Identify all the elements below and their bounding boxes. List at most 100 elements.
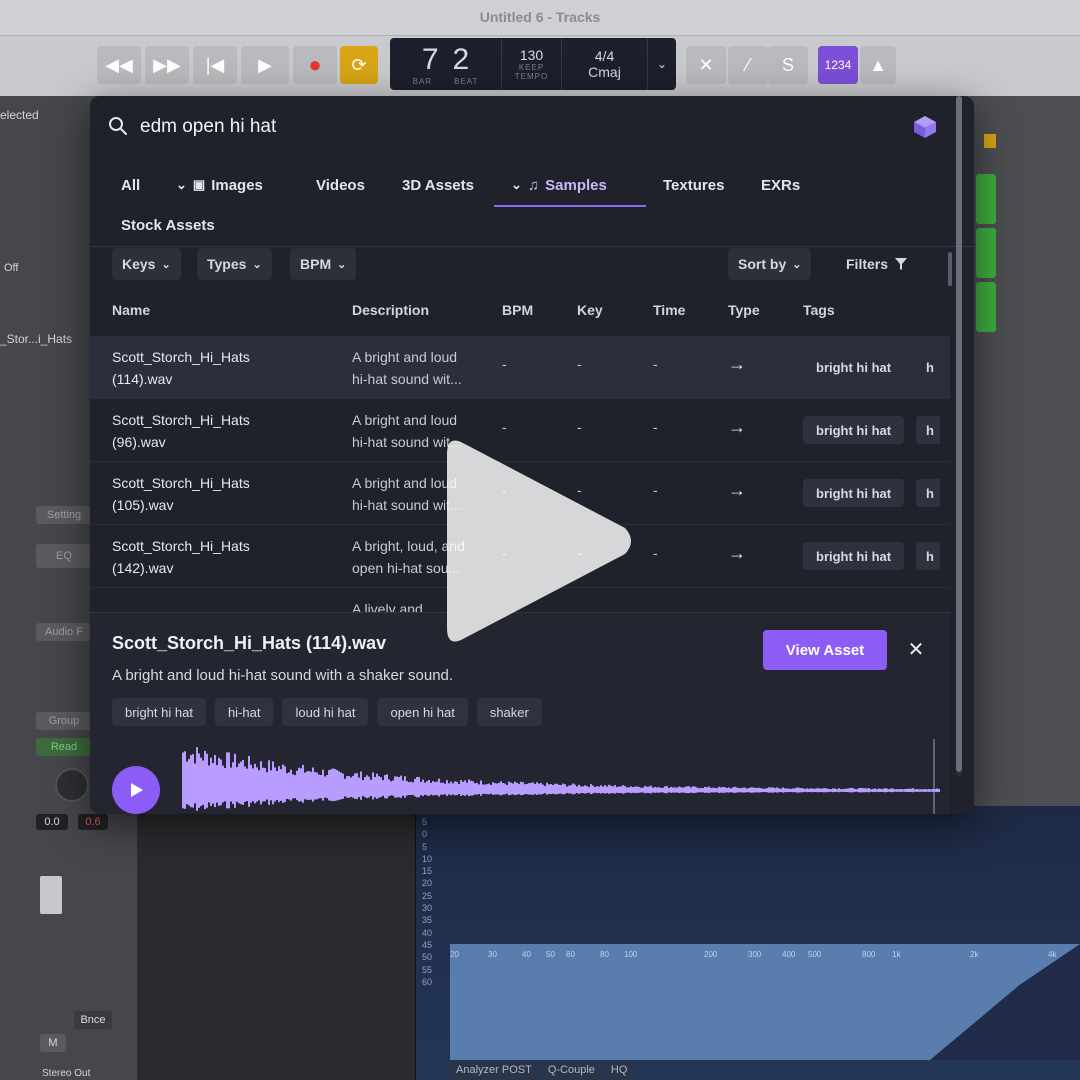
modal-scrollbar[interactable] [956,96,962,776]
sample-time: - [653,482,658,498]
q-couple-button[interactable]: Q-Couple [541,1062,601,1080]
tab-samples[interactable]: ⌄ ♫ Samples [511,166,607,204]
sample-tag-overflow[interactable]: h [916,416,940,444]
tab-3d-assets[interactable]: 3D Assets [402,166,474,204]
keys-filter-button[interactable]: Keys ⌄ [112,248,181,280]
column-name[interactable]: Name [112,302,150,318]
eq-db-tick: 5 [422,841,428,852]
sample-type-arrow-icon: → [728,417,746,437]
chevron-down-icon: ⌄ [161,258,171,271]
sample-tag-overflow[interactable]: h [916,353,940,381]
detail-tag[interactable]: open hi hat [377,698,468,726]
types-filter-button[interactable]: Types ⌄ [197,248,272,280]
tab-images[interactable]: ⌄ ▣ Images [176,166,263,204]
pan-knob[interactable] [55,768,89,802]
detail-tag[interactable]: bright hi hat [112,698,206,726]
sample-name-line1: Scott_Storch_Hi_Hats [112,349,250,365]
tab-videos-label: Videos [316,176,365,194]
detail-tag[interactable]: hi-hat [214,698,274,726]
eq-freq-tick: 400 [782,950,796,959]
bpm-filter-button[interactable]: BPM ⌄ [290,248,357,280]
column-description[interactable]: Description [352,302,429,318]
sample-name-line2: (105).wav [112,497,174,513]
video-play-overlay-icon[interactable] [447,436,637,646]
sample-tag[interactable]: bright hi hat [803,542,905,570]
column-bpm[interactable]: BPM [502,302,533,318]
analyzer-button[interactable]: Analyzer POST [450,1062,538,1080]
eq-db-tick: 45 [422,939,433,950]
sample-tag[interactable]: bright hi hat [803,479,905,507]
automation-read-button[interactable]: Read [36,738,92,756]
table-row[interactable]: Scott_Storch_Hi_Hats (114).wav A bright … [90,336,950,399]
tab-all[interactable]: All [121,166,140,204]
setting-button[interactable]: Setting [36,506,92,524]
lcd-dropdown-icon[interactable]: ⌄ [648,38,676,90]
eq-db-tick: 60 [422,976,433,987]
record-button[interactable]: ● [293,46,337,84]
replace-icon[interactable]: ✕ [686,46,726,84]
tab-videos[interactable]: Videos [316,166,365,204]
tuner-icon[interactable]: ⁄ [728,46,768,84]
tab-all-label: All [121,176,141,194]
audio-region[interactable] [976,282,996,332]
bounce-button[interactable]: Bnce [74,1011,112,1029]
column-time[interactable]: Time [653,302,685,318]
preview-play-button[interactable] [112,766,160,814]
mute-button[interactable]: M [40,1034,66,1052]
count-in-button[interactable]: 1234 [818,46,858,84]
audio-region[interactable] [976,174,996,224]
fast-forward-button[interactable]: ▶▶ [145,46,189,84]
volume-readout: 0.0 [36,814,68,830]
column-type[interactable]: Type [728,302,760,318]
detail-tag[interactable]: shaker [476,698,542,726]
sample-time: - [653,545,658,561]
play-button[interactable]: ▶ [241,46,289,84]
group-button[interactable]: Group [36,712,92,730]
lcd-signature: 4/4 [594,48,615,64]
solo-icon[interactable]: S [768,46,808,84]
close-icon[interactable]: ✕ [904,637,928,661]
column-tags[interactable]: Tags [803,302,835,318]
eq-db-tick: 35 [422,915,433,926]
tab-textures[interactable]: Textures [663,166,724,204]
eq-button[interactable]: EQ [36,544,92,568]
filters-button[interactable]: Filters [836,248,918,280]
rewind-button[interactable]: ◀◀ [97,46,141,84]
eq-db-tick: 40 [422,927,433,938]
sample-name-line2: (142).wav [112,560,174,576]
sample-name-line1: Scott_Storch_Hi_Hats [112,475,250,491]
search-input[interactable] [140,112,840,142]
hq-button[interactable]: HQ [604,1062,634,1080]
tab-stock-assets[interactable]: Stock Assets [121,206,215,244]
sample-tag[interactable]: bright hi hat [803,416,905,444]
playhead-marker [984,134,996,148]
column-key[interactable]: Key [577,302,603,318]
keys-filter-label: Keys [122,256,156,272]
eq-db-tick: 50 [422,952,433,963]
detail-tag[interactable]: loud hi hat [282,698,369,726]
sample-tag-overflow[interactable]: h [916,479,940,507]
lcd-display[interactable]: 7 2 BAR BEAT 130 KEEP TEMPO 4/4 Cmaj ⌄ [390,38,676,90]
view-asset-button[interactable]: View Asset [763,630,887,670]
sample-description-line1: A bright and loud [352,412,458,428]
go-to-start-button[interactable]: |◀ [193,46,237,84]
chevron-down-icon: ⌄ [511,177,522,192]
audio-waveform[interactable] [170,739,940,814]
scrollbar-thumb[interactable] [956,96,962,772]
volume-fader[interactable] [40,876,62,914]
eq-db-tick: 10 [422,853,433,864]
tab-exrs-label: EXRs [761,176,801,194]
cycle-button[interactable]: ⟳ [340,46,378,84]
eq-freq-tick: 4k [1048,950,1057,959]
tab-exrs[interactable]: EXRs [761,166,800,204]
metronome-icon[interactable]: ▲ [860,46,896,84]
daw-window-title: Untitled 6 - Tracks [479,9,601,25]
lcd-bar-label: BAR [412,76,433,86]
sample-time: - [653,419,658,435]
audio-fx-button[interactable]: Audio F [36,623,92,641]
audio-region[interactable] [976,228,996,278]
sort-by-button[interactable]: Sort by ⌄ [728,248,812,280]
sample-tag-overflow[interactable]: h [916,542,940,570]
sample-tag[interactable]: bright hi hat [803,353,904,381]
eq-db-tick: 30 [422,903,433,914]
